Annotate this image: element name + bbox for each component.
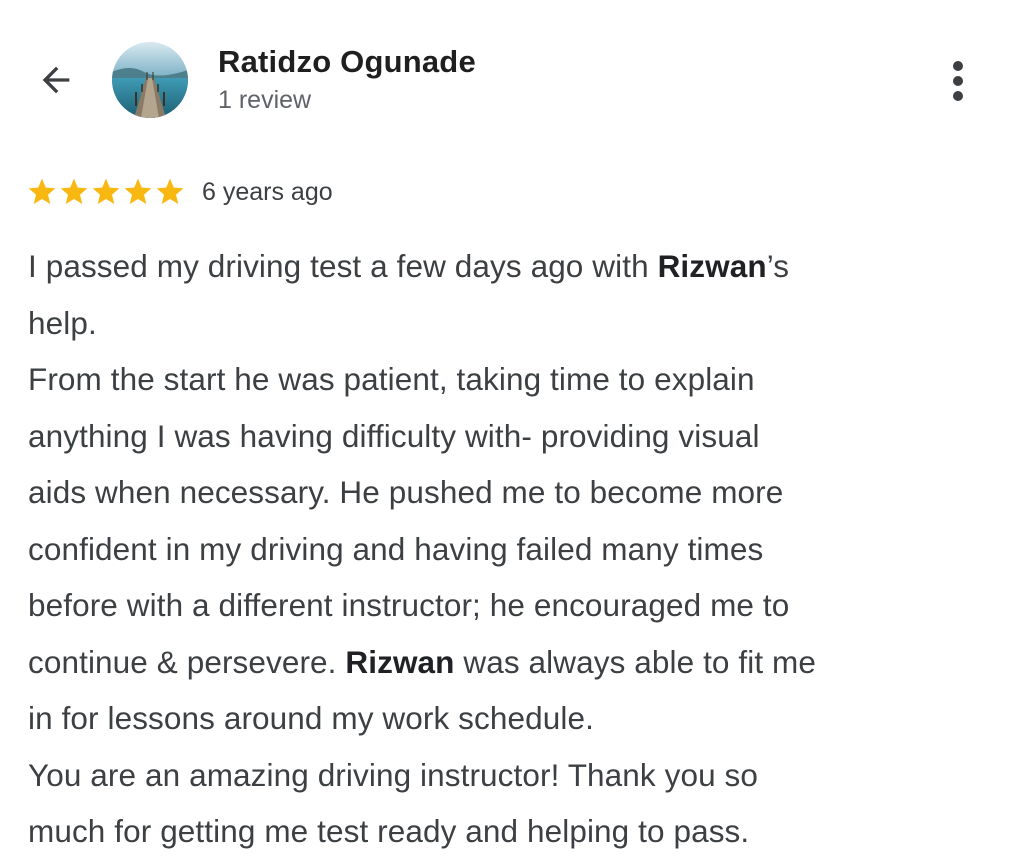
arrow-back-icon: [42, 66, 70, 94]
star-icon: [28, 178, 56, 204]
review-text-line: I passed my driving test a few days ago …: [28, 238, 1008, 295]
review-text-line: aids when necessary. He pushed me to bec…: [28, 464, 1008, 521]
review-text-line: in for lessons around my work schedule.: [28, 690, 1008, 747]
more-options-button[interactable]: [936, 56, 980, 106]
reviewer-name[interactable]: Ratidzo Ogunade: [218, 44, 476, 80]
review-text-segment: You are an amazing driving instructor! T…: [28, 756, 759, 793]
review-text-line: anything I was having difficulty with- p…: [28, 408, 1008, 465]
star-rating: [26, 176, 186, 208]
review-text-segment: before with a different instructor; he e…: [28, 587, 790, 623]
review-header: Ratidzo Ogunade 1 review: [0, 0, 1024, 150]
star-icon: [92, 178, 120, 204]
rating-row: 6 years ago: [26, 172, 333, 212]
review-text-segment: anything I was having difficulty with- p…: [28, 417, 760, 454]
review-text-segment: in for lessons around my work schedule.: [28, 700, 594, 736]
review-text-segment: help.: [28, 304, 97, 341]
highlighted-name: Rizwan: [345, 643, 455, 680]
more-vert-icon: [953, 61, 963, 101]
review-text-segment: was always able to fit me: [454, 643, 817, 680]
review-text-line: much for getting me test ready and helpi…: [28, 803, 1008, 860]
review-text-line: From the start he was patient, taking ti…: [28, 351, 1008, 408]
avatar[interactable]: [112, 42, 188, 118]
review-text: I passed my driving test a few days ago …: [28, 238, 1008, 860]
review-text-segment: aids when necessary. He pushed me to bec…: [28, 474, 784, 510]
review-text-line: before with a different instructor; he e…: [28, 577, 1008, 634]
star-icon: [124, 178, 152, 204]
review-text-line: help.: [28, 295, 1008, 352]
review-text-line: continue & persevere. Rizwan was always …: [28, 634, 1008, 691]
review-text-line: You are an amazing driving instructor! T…: [28, 747, 1008, 804]
review-text-segment: From the start he was patient, taking ti…: [28, 361, 755, 397]
review-text-segment: confident in my driving and having faile…: [28, 530, 764, 567]
star-icon: [156, 178, 184, 204]
back-button[interactable]: [28, 52, 84, 108]
review-text-segment: continue & persevere.: [28, 643, 346, 680]
review-time: 6 years ago: [202, 177, 333, 206]
star-icon: [60, 178, 88, 204]
review-count: 1 review: [218, 86, 312, 114]
review-text-segment: I passed my driving test a few days ago …: [28, 248, 658, 284]
avatar-photo: [112, 42, 188, 118]
highlighted-name: Rizwan: [657, 248, 767, 284]
review-text-line: confident in my driving and having faile…: [28, 521, 1008, 578]
review-text-segment: ’s: [766, 248, 790, 284]
review-text-segment: much for getting me test ready and helpi…: [28, 813, 750, 849]
